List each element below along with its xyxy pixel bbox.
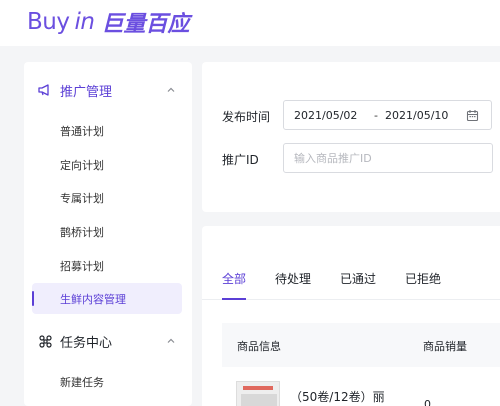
- sidebar-group-tasks[interactable]: 任务中心: [24, 324, 192, 358]
- promotion-id-input[interactable]: [283, 143, 493, 173]
- brand-logo[interactable]: Buy in 巨量百应: [27, 6, 189, 38]
- product-thumbnail[interactable]: [236, 381, 280, 406]
- filter-panel: 发布时间 2021/05/02 - 2021/05/10 推广ID: [202, 62, 500, 212]
- promotion-id-label: 推广ID: [222, 153, 259, 167]
- command-icon: [38, 334, 52, 348]
- tab-pending[interactable]: 待处理: [275, 270, 311, 287]
- sidebar-item-targeted-plan[interactable]: 定向计划: [32, 149, 182, 180]
- top-bar: Buy in 巨量百应: [0, 0, 500, 46]
- product-title[interactable]: （50卷/12卷）丽: [290, 388, 385, 405]
- sidebar-item-recruit-plan[interactable]: 招募计划: [32, 250, 182, 281]
- sidebar-item-fresh-content[interactable]: 生鲜内容管理: [32, 283, 182, 314]
- logo-text-buy: Buy in: [27, 9, 95, 35]
- table-header: 商品信息 商品销量: [222, 323, 500, 367]
- column-header-product-info: 商品信息: [237, 340, 281, 353]
- tab-approved[interactable]: 已通过: [340, 270, 376, 287]
- sidebar-group-label: 任务中心: [60, 335, 113, 351]
- tab-all[interactable]: 全部: [222, 270, 246, 287]
- date-separator: -: [374, 109, 378, 122]
- date-range-picker[interactable]: 2021/05/02 - 2021/05/10: [283, 100, 492, 130]
- tab-rejected[interactable]: 已拒绝: [405, 270, 441, 287]
- logo-text-cn: 巨量百应: [101, 12, 190, 37]
- status-tabs: 全部 待处理 已通过 已拒绝: [202, 226, 500, 300]
- publish-time-label: 发布时间: [222, 110, 271, 124]
- sidebar-group-label: 推广管理: [60, 84, 113, 100]
- sidebar-item-normal-plan[interactable]: 普通计划: [32, 115, 182, 146]
- active-tab-indicator: [222, 298, 246, 300]
- sidebar: 推广管理 普通计划 定向计划 专属计划 鹊桥计划 招募计划 生鲜内容管理 任务中…: [24, 62, 192, 406]
- column-header-sales: 商品销量: [423, 340, 467, 353]
- sidebar-group-promotion[interactable]: 推广管理: [24, 73, 192, 107]
- sidebar-item-bridge-plan[interactable]: 鹊桥计划: [32, 216, 182, 247]
- chevron-up-icon: [167, 338, 175, 343]
- sidebar-item-new-task[interactable]: 新建任务: [32, 366, 182, 397]
- sidebar-item-exclusive-plan[interactable]: 专属计划: [32, 182, 182, 213]
- product-sales: 0: [424, 398, 431, 406]
- calendar-icon[interactable]: [466, 109, 479, 122]
- date-start[interactable]: 2021/05/02: [294, 109, 357, 122]
- megaphone-icon: [38, 83, 52, 97]
- date-end[interactable]: 2021/05/10: [385, 109, 448, 122]
- content-list-panel: 全部 待处理 已通过 已拒绝 商品信息 商品销量 （50卷/12卷）丽 0: [202, 226, 500, 406]
- chevron-up-icon: [167, 87, 175, 92]
